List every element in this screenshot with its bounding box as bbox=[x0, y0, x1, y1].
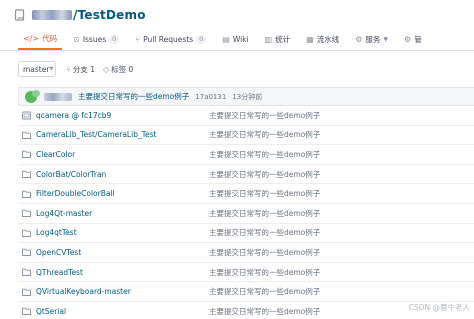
file-commit-message[interactable]: 主要提交日常写的一些demo例子 bbox=[209, 129, 320, 140]
tab-6[interactable]: ⚙ 服务 ▼ bbox=[350, 28, 393, 50]
tab-5[interactable]: ▦ 流水线 bbox=[301, 28, 344, 50]
branches-count: 分支 1 bbox=[72, 64, 95, 74]
branch-select[interactable]: master ▼ bbox=[18, 61, 56, 77]
repo-tabs: </> 代码 ⊙ Issues 0 ⑂ Pull Requests 0 ▤ Wiki ▥ 统计 ▦ 流水线… bbox=[0, 29, 474, 51]
branch-select-value: master bbox=[23, 64, 50, 74]
commit-message[interactable]: 主要提交日常写的一些demo例子 bbox=[78, 91, 189, 102]
file-commit-message[interactable]: 主要提交日常写的一些demo例子 bbox=[209, 110, 320, 121]
manage-icon: ⚙ bbox=[404, 34, 412, 44]
code-icon: </> bbox=[23, 33, 40, 43]
tab-4[interactable]: ▥ 统计 bbox=[260, 28, 296, 50]
file-commit-message[interactable]: 主要提交日常写的一些demo例子 bbox=[209, 169, 320, 180]
file-commit-message[interactable]: 主要提交日常写的一些demo例子 bbox=[209, 306, 320, 317]
file-row[interactable]: FilterDoubleColorBall 主要提交日常写的一些demo例子 bbox=[18, 184, 474, 204]
watermark: CSDN @蓉牛老人 bbox=[408, 303, 470, 312]
file-name-link[interactable]: Log4qtTest bbox=[36, 228, 77, 237]
folder-icon bbox=[22, 288, 34, 296]
pull-request-icon: ⑂ bbox=[135, 34, 141, 44]
file-commit-message[interactable]: 主要提交日常写的一些demo例子 bbox=[209, 227, 320, 238]
chevron-down-icon: ▼ bbox=[383, 35, 389, 43]
wiki-icon: ▤ bbox=[222, 34, 230, 44]
file-commit-message[interactable]: 主要提交日常写的一些demo例子 bbox=[209, 208, 320, 219]
folder-icon bbox=[22, 229, 34, 237]
file-commit-message[interactable]: 主要提交日常写的一些demo例子 bbox=[209, 149, 320, 160]
submodule-icon bbox=[22, 111, 34, 120]
service-icon: ⚙ bbox=[355, 34, 363, 44]
file-row[interactable]: QtSerial 主要提交日常写的一些demo例子 bbox=[18, 302, 474, 319]
commit-author-redacted[interactable] bbox=[44, 92, 72, 101]
branch-icon: ⑂ bbox=[66, 64, 71, 74]
tab-count-badge: 0 bbox=[196, 34, 207, 44]
file-name-link[interactable]: ClearColor bbox=[36, 150, 75, 159]
file-name-link[interactable]: QThreadTest bbox=[36, 268, 83, 277]
folder-icon bbox=[22, 248, 34, 257]
file-commit-message[interactable]: 主要提交日常写的一些demo例子 bbox=[209, 188, 320, 199]
repo-header: /TestDemo bbox=[14, 6, 146, 24]
folder-icon bbox=[22, 209, 34, 218]
tab-3[interactable]: ▤ Wiki bbox=[217, 28, 253, 50]
commit-hash[interactable]: 17a0131 bbox=[195, 93, 226, 101]
tab-2[interactable]: ⑂ Pull Requests 0 bbox=[130, 28, 211, 50]
file-row[interactable]: CameraLib_Test/CameraLib_Test 主要提交日常写的一些d… bbox=[18, 126, 474, 146]
tab-label: Wiki bbox=[232, 34, 249, 44]
tab-1[interactable]: ⊙ Issues 0 bbox=[68, 28, 124, 50]
repo-icon bbox=[14, 9, 25, 21]
tags-count: 标签 0 bbox=[111, 64, 134, 74]
repo-name[interactable]: /TestDemo bbox=[73, 8, 146, 22]
folder-icon bbox=[22, 170, 34, 179]
file-row[interactable]: Log4qtTest 主要提交日常写的一些demo例子 bbox=[18, 224, 474, 244]
branches-link[interactable]: ⑂ 分支 1 bbox=[66, 64, 95, 75]
file-row[interactable]: Log4Qt-master 主要提交日常写的一些demo例子 bbox=[18, 204, 474, 224]
file-name-link[interactable]: Log4Qt-master bbox=[36, 209, 92, 218]
file-name-link[interactable]: QVirtualKeyboard-master bbox=[36, 287, 131, 296]
file-list: qcamera @ fc17cb9 主要提交日常写的一些demo例子 CameraL… bbox=[18, 106, 474, 319]
tab-label: 服务 bbox=[365, 34, 381, 44]
tab-label: 统计 bbox=[275, 34, 291, 44]
file-commit-message[interactable]: 主要提交日常写的一些demo例子 bbox=[209, 286, 320, 297]
tag-icon: ◇ bbox=[102, 64, 110, 74]
latest-commit-bar: 主要提交日常写的一些demo例子 17a0131 13分钟前 bbox=[18, 87, 474, 106]
avatar[interactable] bbox=[25, 89, 40, 103]
commit-time: 13分钟前 bbox=[232, 92, 263, 101]
file-row[interactable]: QVirtualKeyboard-master 主要提交日常写的一些demo例子 bbox=[18, 282, 474, 302]
file-name-link[interactable]: QtSerial bbox=[36, 307, 66, 316]
tab-label: Pull Requests bbox=[143, 34, 194, 44]
file-row[interactable]: ColorBat/ColorTran 主要提交日常写的一些demo例子 bbox=[18, 165, 474, 185]
file-name-link[interactable]: OpenCVTest bbox=[36, 248, 81, 257]
file-name-link[interactable]: CameraLib_Test/CameraLib_Test bbox=[36, 130, 156, 139]
folder-icon bbox=[22, 307, 34, 316]
tab-7[interactable]: ⚙ 管 bbox=[399, 28, 427, 50]
file-row[interactable]: OpenCVTest 主要提交日常写的一些demo例子 bbox=[18, 243, 474, 263]
file-name-link[interactable]: FilterDoubleColorBall bbox=[36, 189, 115, 198]
branch-toolbar: master ▼ ⑂ 分支 1 ◇ 标签 0 bbox=[18, 61, 133, 77]
file-row[interactable]: ClearColor 主要提交日常写的一些demo例子 bbox=[18, 145, 474, 165]
tab-label: Issues bbox=[82, 34, 107, 44]
chevron-down-icon: ▼ bbox=[49, 66, 54, 72]
file-row[interactable]: qcamera @ fc17cb9 主要提交日常写的一些demo例子 bbox=[18, 106, 474, 126]
tab-0[interactable]: </> 代码 bbox=[18, 28, 63, 50]
file-commit-message[interactable]: 主要提交日常写的一些demo例子 bbox=[209, 247, 320, 258]
issues-icon: ⊙ bbox=[73, 34, 80, 44]
file-name-link[interactable]: ColorBat/ColorTran bbox=[36, 170, 106, 179]
file-name-link[interactable]: qcamera @ fc17cb9 bbox=[36, 111, 111, 120]
pipeline-icon: ▦ bbox=[306, 34, 314, 44]
folder-icon bbox=[22, 190, 34, 198]
tab-label: 流水线 bbox=[316, 34, 340, 44]
folder-icon bbox=[22, 150, 34, 159]
folder-icon bbox=[22, 268, 34, 276]
folder-icon bbox=[22, 131, 34, 139]
stats-icon: ▥ bbox=[264, 34, 273, 44]
tab-count-badge: 0 bbox=[109, 34, 120, 44]
repo-owner-redacted[interactable] bbox=[32, 10, 72, 20]
tab-label: 代码 bbox=[42, 33, 58, 43]
tags-link[interactable]: ◇ 标签 0 bbox=[103, 64, 133, 75]
file-row[interactable]: QThreadTest 主要提交日常写的一些demo例子 bbox=[18, 263, 474, 283]
file-commit-message[interactable]: 主要提交日常写的一些demo例子 bbox=[209, 267, 320, 278]
tab-label: 管 bbox=[414, 34, 422, 44]
